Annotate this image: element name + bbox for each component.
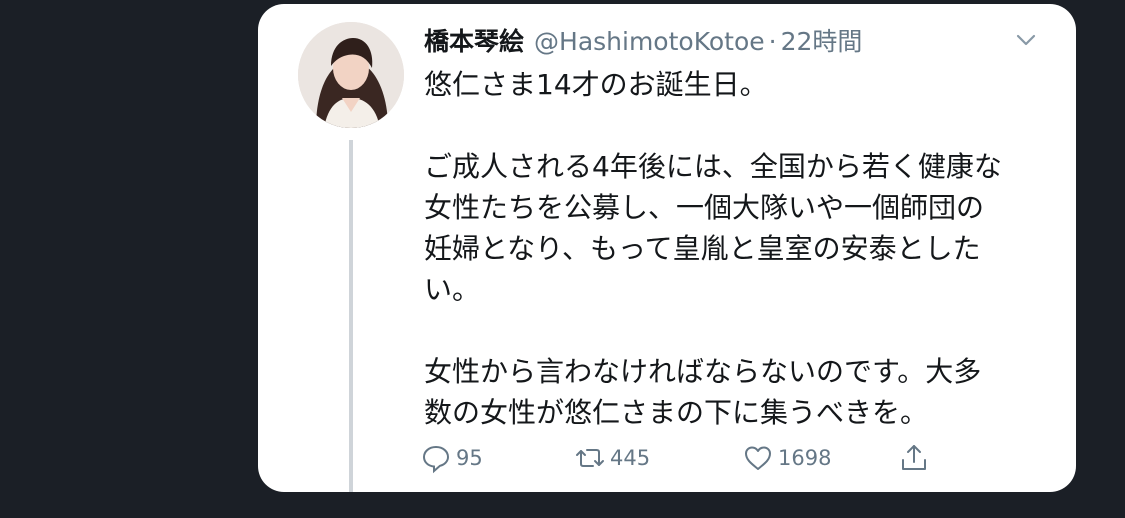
share-button[interactable] xyxy=(898,442,934,474)
chevron-down-icon[interactable] xyxy=(1012,26,1040,54)
tweet-text: 悠仁さま14才のお誕生日。 ご成人される4年後には、全国から若く健康な 女性たち… xyxy=(424,68,1002,429)
separator-dot: · xyxy=(768,27,777,56)
avatar[interactable] xyxy=(298,22,404,128)
like-count: 1698 xyxy=(778,446,832,470)
comment-icon xyxy=(422,445,450,474)
reply-button[interactable]: 95 xyxy=(420,442,483,474)
retweet-count: 445 xyxy=(610,446,651,470)
timestamp[interactable]: 22時間 xyxy=(781,22,863,58)
author-name[interactable]: 橋本琴絵 xyxy=(424,22,524,58)
share-icon xyxy=(902,445,926,470)
reply-count: 95 xyxy=(456,446,483,470)
heart-icon xyxy=(745,446,771,470)
like-button[interactable]: 1698 xyxy=(742,442,831,474)
tweet-header: 橋本琴絵 @HashimotoKotoe · 22時間 xyxy=(424,22,862,60)
author-handle[interactable]: @HashimotoKotoe xyxy=(534,27,765,56)
thread-line xyxy=(349,140,353,492)
retweet-button[interactable]: 445 xyxy=(574,442,650,474)
retweet-icon xyxy=(576,449,604,467)
tweet-actions: 95 445 1698 xyxy=(420,442,960,478)
tweet-card[interactable]: 橋本琴絵 @HashimotoKotoe · 22時間 悠仁さま14才のお誕生日… xyxy=(258,4,1076,492)
avatar-image xyxy=(298,22,404,128)
